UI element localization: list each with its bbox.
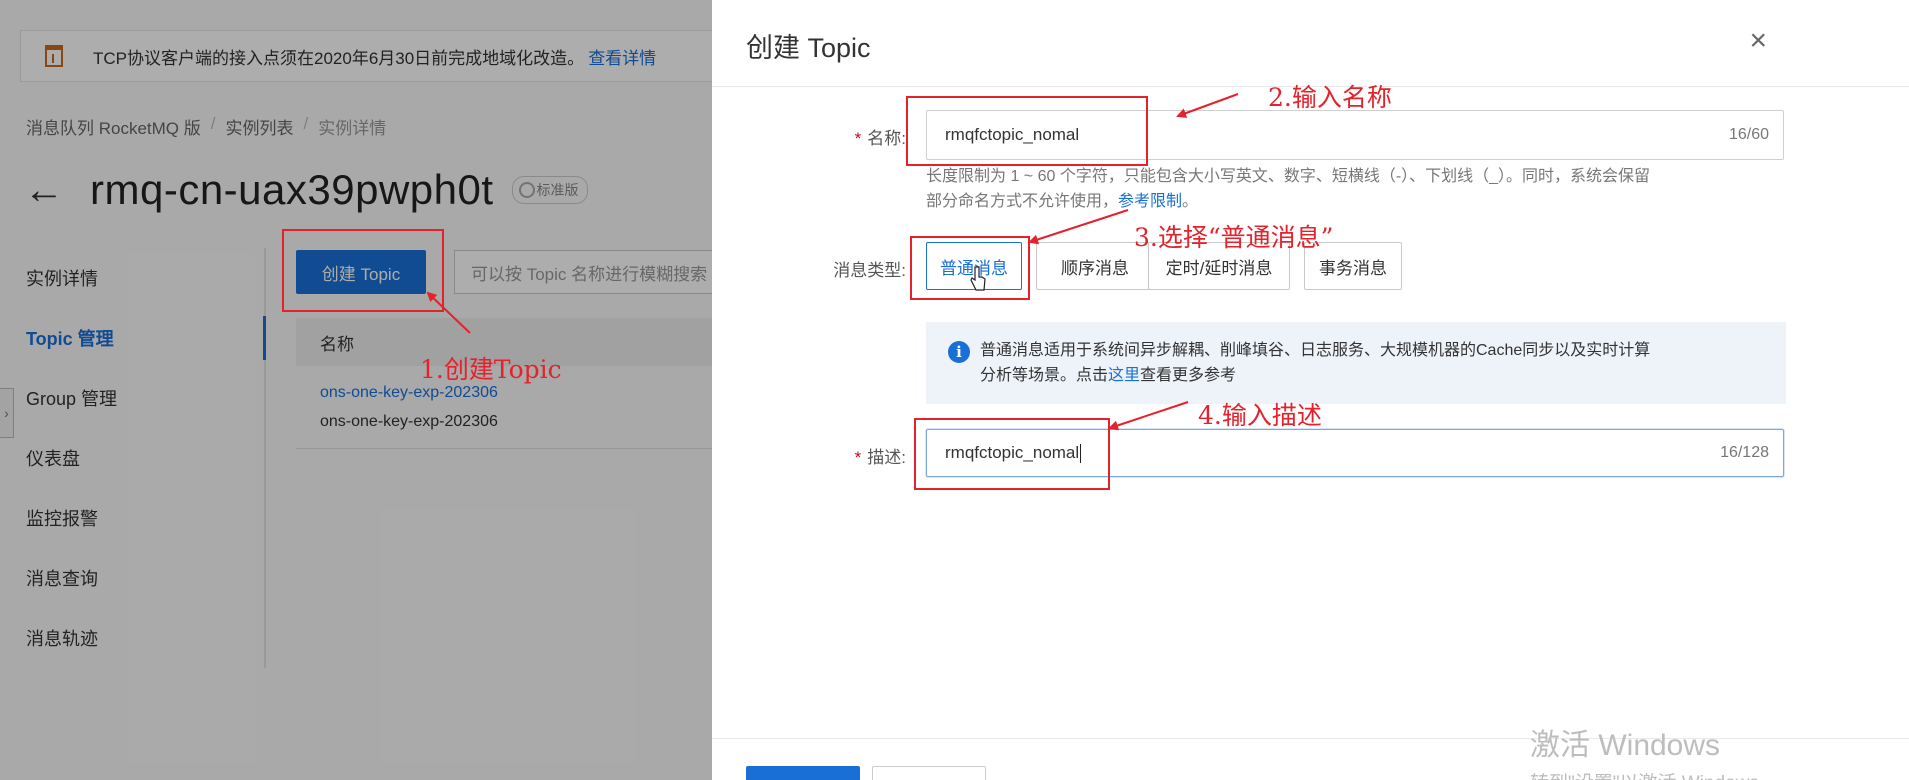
message-type-label: 消息类型:: [833, 261, 906, 280]
name-hint: 长度限制为 1 ~ 60 个字符，只能包含大小写英文、数字、短横线（-）、下划线…: [926, 164, 1786, 214]
name-hint-end: 。: [1182, 193, 1199, 210]
message-type-info: i 普通消息适用于系统间异步解耦、削峰填谷、日志服务、大规模机器的Cache同步…: [926, 322, 1786, 404]
drawer-title: 创建 Topic: [746, 33, 871, 63]
create-topic-drawer: 创建 Topic × * 名称: rmqfctopic_nomal 16/60 长…: [712, 0, 1909, 780]
info-line2-post: 查看更多参考: [1140, 367, 1237, 384]
annotation-box-description: [914, 418, 1110, 490]
name-char-counter: 16/60: [1728, 126, 1769, 143]
name-label: * 名称:: [792, 124, 906, 149]
description-label: * 描述:: [792, 443, 906, 468]
annotation-box-name: [906, 96, 1148, 166]
annotation-box-type: [910, 236, 1030, 300]
more-reference-link[interactable]: 这里: [1108, 367, 1140, 384]
required-mark: *: [854, 448, 862, 467]
info-icon: i: [948, 341, 970, 363]
annotation-step4: 4.输入描述: [1198, 401, 1322, 430]
name-label-text: 名称:: [867, 129, 906, 148]
info-line2-pre: 分析等场景。点击: [980, 367, 1109, 384]
annotation-step3: 3.选择“普通消息”: [1134, 223, 1334, 252]
watermark-line2: 转到"设置"以激活 Windows。: [1530, 768, 1778, 780]
watermark-line1: 激活 Windows: [1530, 729, 1721, 762]
annotation-step1: 1.创建Topic: [420, 355, 562, 384]
annotation-box-create: [282, 229, 444, 312]
name-hint-line2: 部分命名方式不允许使用，: [926, 193, 1119, 210]
naming-limit-link[interactable]: 参考限制: [1118, 193, 1182, 210]
description-char-counter: 16/128: [1720, 444, 1769, 461]
info-line1: 普通消息适用于系统间异步解耦、削峰填谷、日志服务、大规模机器的Cache同步以及…: [980, 342, 1651, 359]
windows-activation-watermark: 激活 Windows 转到"设置"以激活 Windows。: [1530, 720, 1778, 780]
annotation-step2: 2.输入名称: [1268, 83, 1392, 112]
description-label-text: 描述:: [867, 448, 906, 467]
required-mark: *: [854, 129, 862, 148]
modal-mask[interactable]: [0, 0, 712, 780]
close-icon[interactable]: ×: [1749, 26, 1767, 56]
name-hint-line1: 长度限制为 1 ~ 60 个字符，只能包含大小写英文、数字、短横线（-）、下划线…: [926, 168, 1651, 185]
cancel-button[interactable]: [872, 766, 986, 780]
confirm-button[interactable]: [746, 766, 860, 780]
